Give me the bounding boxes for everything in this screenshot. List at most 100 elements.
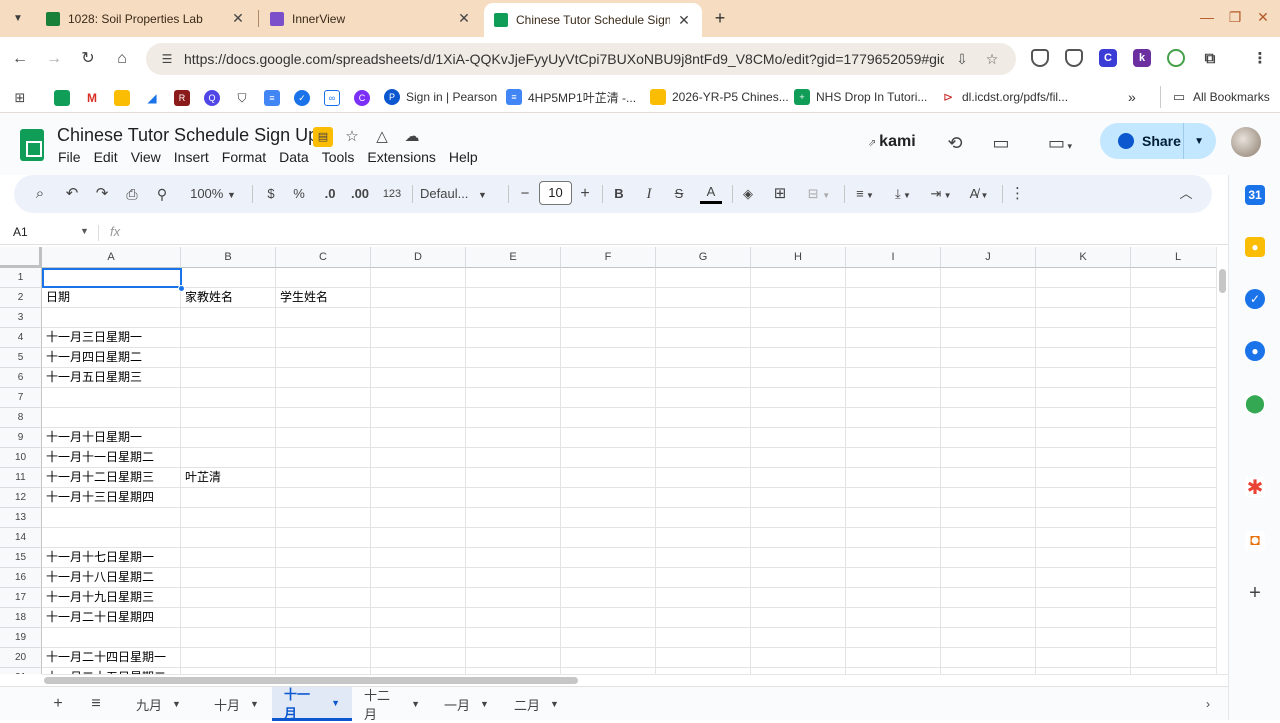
fill-color-icon[interactable]: ◈: [738, 184, 758, 204]
sheet-tab[interactable]: 十月 ▼: [202, 687, 272, 721]
row-header[interactable]: 14: [0, 528, 42, 548]
shield-bookmark-icon[interactable]: ⛉: [234, 90, 250, 106]
cell-f7[interactable]: [561, 388, 656, 408]
cell-d3[interactable]: [371, 308, 466, 328]
cell-b12[interactable]: [181, 488, 276, 508]
bookmark-4hp5mp1[interactable]: ≡ 4HP5MP1叶芷清 -...: [506, 86, 636, 108]
cell-g20[interactable]: [656, 648, 751, 668]
close-icon[interactable]: ✕: [230, 10, 246, 27]
cell-g4[interactable]: [656, 328, 751, 348]
cell-j6[interactable]: [941, 368, 1036, 388]
all-bookmarks[interactable]: ▭ All Bookmarks: [1160, 86, 1270, 108]
cell-e5[interactable]: [466, 348, 561, 368]
print-icon[interactable]: ⎙: [122, 184, 142, 204]
cell-l4[interactable]: [1131, 328, 1216, 348]
cell-j12[interactable]: [941, 488, 1036, 508]
cell-f20[interactable]: [561, 648, 656, 668]
cell-l3[interactable]: [1131, 308, 1216, 328]
cell-e20[interactable]: [466, 648, 561, 668]
cell-f2[interactable]: [561, 288, 656, 308]
cell-i17[interactable]: [846, 588, 941, 608]
cell-b15[interactable]: [181, 548, 276, 568]
cell-c18[interactable]: [276, 608, 371, 628]
avatar[interactable]: [1231, 127, 1261, 157]
cell-k13[interactable]: [1036, 508, 1131, 528]
cell-d17[interactable]: [371, 588, 466, 608]
cell-g10[interactable]: [656, 448, 751, 468]
cell-b2[interactable]: 家教姓名: [181, 288, 276, 308]
cell-c5[interactable]: [276, 348, 371, 368]
merge-cells-icon[interactable]: ⊟ ▼: [802, 184, 836, 204]
cell-c2[interactable]: 学生姓名: [276, 288, 371, 308]
docs-bookmark-icon[interactable]: ≡: [264, 90, 280, 106]
cell-l12[interactable]: [1131, 488, 1216, 508]
cell-j3[interactable]: [941, 308, 1036, 328]
restore-icon[interactable]: ❐: [1224, 6, 1246, 28]
cell-d1[interactable]: [371, 268, 466, 288]
cell-d18[interactable]: [371, 608, 466, 628]
cell-h11[interactable]: [751, 468, 846, 488]
cell-g19[interactable]: [656, 628, 751, 648]
scroll-thumb[interactable]: [1219, 269, 1226, 293]
address-bar[interactable]: ☰ https://docs.google.com/spreadsheets/d…: [146, 43, 1016, 75]
cell-h2[interactable]: [751, 288, 846, 308]
cell-g12[interactable]: [656, 488, 751, 508]
cell-b3[interactable]: [181, 308, 276, 328]
horizontal-align-icon[interactable]: ≡ ▼: [850, 184, 880, 204]
get-addons-plus-icon[interactable]: +: [1245, 583, 1265, 603]
cell-i12[interactable]: [846, 488, 941, 508]
chrome-extension-icon[interactable]: [1167, 49, 1185, 67]
row-header[interactable]: 16: [0, 568, 42, 588]
name-box[interactable]: A1: [13, 225, 28, 239]
cell-j1[interactable]: [941, 268, 1036, 288]
cell-b17[interactable]: [181, 588, 276, 608]
cell-i11[interactable]: [846, 468, 941, 488]
cell-f14[interactable]: [561, 528, 656, 548]
new-tab-plus-icon[interactable]: +: [710, 8, 730, 28]
sheet-tab-dropdown-icon[interactable]: ▼: [172, 699, 181, 709]
cell-i7[interactable]: [846, 388, 941, 408]
column-header-b[interactable]: B: [181, 247, 276, 268]
cell-l13[interactable]: [1131, 508, 1216, 528]
cell-i1[interactable]: [846, 268, 941, 288]
cell-b9[interactable]: [181, 428, 276, 448]
column-header-e[interactable]: E: [466, 247, 561, 268]
cell-a10[interactable]: 十一月十一日星期二: [42, 448, 181, 468]
window-close-icon[interactable]: ✕: [1252, 6, 1274, 28]
cell-l16[interactable]: [1131, 568, 1216, 588]
cell-i19[interactable]: [846, 628, 941, 648]
cell-a2[interactable]: 日期: [42, 288, 181, 308]
column-header-a[interactable]: A: [42, 247, 181, 268]
column-header-h[interactable]: H: [751, 247, 846, 268]
cell-j8[interactable]: [941, 408, 1036, 428]
more-bookmarks-chevron[interactable]: »: [1128, 86, 1136, 108]
add-sheet-plus-icon[interactable]: +: [46, 693, 70, 715]
cell-i6[interactable]: [846, 368, 941, 388]
shield-extension-icon[interactable]: [1031, 49, 1049, 67]
cell-f9[interactable]: [561, 428, 656, 448]
cell-f8[interactable]: [561, 408, 656, 428]
cell-l20[interactable]: [1131, 648, 1216, 668]
cell-f3[interactable]: [561, 308, 656, 328]
font-size-input[interactable]: 10: [539, 181, 572, 205]
cell-g14[interactable]: [656, 528, 751, 548]
row-header[interactable]: 17: [0, 588, 42, 608]
cell-g7[interactable]: [656, 388, 751, 408]
cell-b14[interactable]: [181, 528, 276, 548]
row-header[interactable]: 13: [0, 508, 42, 528]
decrease-decimal-button[interactable]: .0: [318, 184, 342, 204]
cell-h17[interactable]: [751, 588, 846, 608]
font-select[interactable]: Defaul... ▼: [420, 184, 500, 204]
cell-h14[interactable]: [751, 528, 846, 548]
signal-icon[interactable]: ◢: [144, 90, 160, 106]
cell-d7[interactable]: [371, 388, 466, 408]
cell-c17[interactable]: [276, 588, 371, 608]
sheet-tab-dropdown-icon[interactable]: ▼: [411, 699, 420, 709]
currency-format-button[interactable]: $: [262, 184, 280, 204]
cell-b18[interactable]: [181, 608, 276, 628]
close-icon[interactable]: ✕: [456, 10, 472, 27]
sheet-tab[interactable]: 二月 ▼: [502, 687, 572, 721]
fill-handle[interactable]: [178, 285, 185, 292]
cell-c20[interactable]: [276, 648, 371, 668]
cell-j16[interactable]: [941, 568, 1036, 588]
